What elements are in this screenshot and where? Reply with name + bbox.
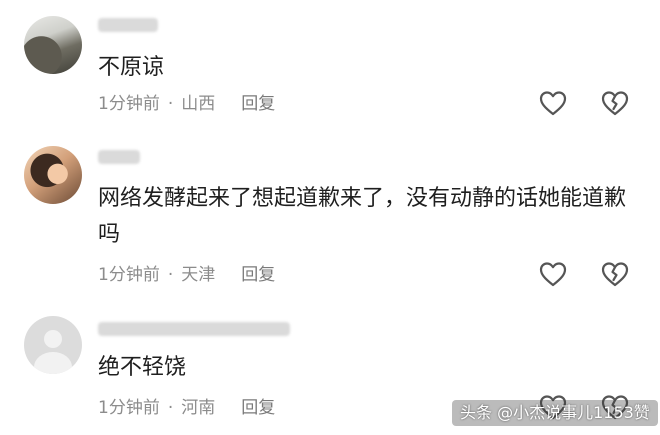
- comment-meta: 1分钟前 · 天津 回复: [98, 263, 275, 287]
- reply-button[interactable]: 回复: [241, 263, 275, 287]
- meta-separator: ·: [167, 265, 174, 285]
- comment-text: 网络发酵起来了想起道歉来了，没有动静的话她能道歉吗: [98, 186, 627, 247]
- meta-separator: ·: [167, 398, 174, 418]
- reply-button[interactable]: 回复: [241, 92, 275, 116]
- heart-outline-icon: [539, 262, 567, 287]
- comment-text: 绝不轻饶: [98, 355, 187, 380]
- comment-location: 河南: [181, 398, 216, 418]
- avatar[interactable]: [24, 16, 82, 74]
- avatar-placeholder-body: [34, 352, 72, 374]
- source-watermark: 头条 @小杰说事儿1153赞: [452, 400, 658, 426]
- meta-separator: ·: [167, 94, 174, 114]
- comment-time: 1分钟前: [98, 398, 160, 418]
- username[interactable]: ▇▇▇: [98, 150, 140, 164]
- avatar[interactable]: [24, 146, 82, 204]
- username[interactable]: ▇▇▇▇▇▇▇▇▇▇▇▇▇▇: [98, 322, 290, 336]
- heart-outline-icon: [539, 91, 567, 116]
- like-button[interactable]: [538, 89, 568, 119]
- comment-time: 1分钟前: [98, 265, 160, 285]
- avatar-placeholder-head: [44, 330, 62, 348]
- broken-heart-icon: [601, 91, 629, 116]
- username[interactable]: ▇▇▇▇: [98, 18, 158, 32]
- avatar[interactable]: [24, 316, 82, 374]
- like-button[interactable]: [538, 260, 568, 290]
- broken-heart-icon: [601, 262, 629, 287]
- comment-meta: 1分钟前 · 山西 回复: [98, 92, 275, 116]
- dislike-button[interactable]: [600, 89, 630, 119]
- dislike-button[interactable]: [600, 260, 630, 290]
- comment-location: 天津: [181, 265, 216, 285]
- comment-location: 山西: [181, 94, 216, 114]
- comment-time: 1分钟前: [98, 94, 160, 114]
- comment-text: 不原谅: [98, 55, 165, 80]
- reply-button[interactable]: 回复: [241, 396, 275, 420]
- comment-meta: 1分钟前 · 河南 回复: [98, 396, 275, 420]
